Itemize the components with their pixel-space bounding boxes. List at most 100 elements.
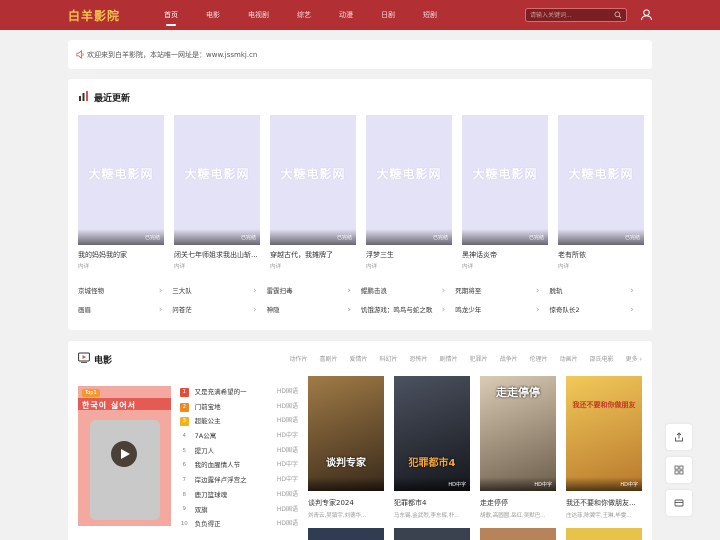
quick-link[interactable]: 惊奇队长2	[549, 301, 643, 320]
recent-cards: 大糖电影网 已完结 我的妈妈我的家 内详 大糖电影网 已完结 闭关七年师姐求我出山斩…	[78, 115, 644, 270]
quick-links: 京城怪物 三大队 雷霆扫毒 鲲鹏击浪 死期将至 脱轨 画眉 问苍茫 神隐 饥饿游…	[78, 282, 644, 320]
movie-title[interactable]: 我还不要和你做朋友...	[566, 498, 642, 508]
more-link[interactable]: 更多	[626, 354, 642, 363]
card-title[interactable]: 黑神话炎帝	[462, 250, 548, 260]
nav-anime[interactable]: 动漫	[325, 0, 367, 30]
ranking-item[interactable]: 3 超能公主 HD国语	[180, 414, 298, 429]
share-button[interactable]	[666, 424, 692, 450]
category-link[interactable]: 动画片	[560, 354, 578, 363]
poster-strip[interactable]	[394, 528, 470, 540]
card-title[interactable]: 老有所依	[558, 250, 644, 260]
poster[interactable]: 走走停停 HD中字	[480, 376, 556, 491]
rank-title[interactable]: 提刀人	[195, 444, 270, 459]
ranking-item[interactable]: 6 我的血腥情人节 HD中字	[180, 458, 298, 473]
category-link[interactable]: 邵氏电影	[590, 354, 614, 363]
rank-title[interactable]: 又是充满希望的一	[195, 385, 270, 400]
card-title[interactable]: 穿越古代，我摊牌了	[270, 250, 356, 260]
quick-link[interactable]: 京城怪物	[78, 282, 172, 301]
poster[interactable]: 大糖电影网 已完结	[174, 115, 260, 245]
quick-link[interactable]: 死期将至	[455, 282, 549, 301]
nav-short-drama[interactable]: 短剧	[409, 0, 451, 30]
quick-link[interactable]: 鸣龙少年	[455, 301, 549, 320]
category-link[interactable]: 伦理片	[530, 354, 548, 363]
quick-link[interactable]: 三大队	[172, 282, 266, 301]
quick-link[interactable]: 鲲鹏击浪	[361, 282, 455, 301]
rank-number: 4	[182, 432, 187, 439]
poster-strip[interactable]	[480, 528, 556, 540]
recent-card[interactable]: 大糖电影网 已完结 浮梦三生 内详	[366, 115, 452, 270]
rank-title[interactable]: 鹿刀篮球魂	[195, 488, 270, 503]
quick-link[interactable]: 饥饿游戏：鸣鸟与蛇之歌	[361, 301, 455, 320]
ranking-item[interactable]: 4 7A公寓 HD中字	[180, 429, 298, 444]
movie-card[interactable]: 走走停停 HD中字 走走停停 胡歌,高圆圆,岳红,吴默巴...	[480, 376, 556, 519]
poster[interactable]: 大糖电影网 已完结	[78, 115, 164, 245]
recent-card[interactable]: 大糖电影网 已完结 穿越古代，我摊牌了 内详	[270, 115, 356, 270]
poster-strip[interactable]	[566, 528, 642, 540]
poster[interactable]: 大糖电影网 已完结	[366, 115, 452, 245]
quick-link[interactable]: 神隐	[267, 301, 361, 320]
movie-card[interactable]: 我还不要和你做朋友 HD中字 我还不要和你做朋友... 庄达菲,陈翼宇,王琳,毕雯…	[566, 376, 642, 519]
movie-title[interactable]: 犯罪都市4	[394, 498, 470, 508]
category-link[interactable]: 犯罪片	[470, 354, 488, 363]
movie-cast: 刘青云,吴镇宇,刘德华,..	[308, 513, 367, 519]
movie-card[interactable]: 犯罪都市4 HD中字 犯罪都市4 马东锡,金武烈,李东辉,朴...	[394, 376, 470, 519]
quick-link[interactable]: 问苍茫	[172, 301, 266, 320]
site-logo[interactable]: 白羊影院	[68, 7, 120, 24]
ranking-item[interactable]: 9 双旗 HD国语	[180, 503, 298, 518]
poster[interactable]: 犯罪都市4 HD中字	[394, 376, 470, 491]
poster[interactable]: 大糖电影网 已完结	[558, 115, 644, 245]
poster[interactable]: 大糖电影网 已完结	[270, 115, 356, 245]
recent-card[interactable]: 大糖电影网 已完结 老有所依 内详	[558, 115, 644, 270]
rank-title[interactable]: 岸边露伴卢浮宫之	[195, 473, 270, 488]
rank-title[interactable]: 门前宝地	[195, 400, 270, 415]
card-subtitle: 内详	[78, 264, 90, 270]
category-link[interactable]: 科幻片	[380, 354, 398, 363]
poster[interactable]: 我还不要和你做朋友 HD中字	[566, 376, 642, 491]
category-link[interactable]: 爱情片	[350, 354, 368, 363]
user-icon[interactable]	[640, 8, 653, 21]
nav-japanese-drama[interactable]: 日剧	[367, 0, 409, 30]
search-input[interactable]	[530, 10, 610, 21]
poster[interactable]: 大糖电影网 已完结	[462, 115, 548, 245]
featured-movie[interactable]: 한국이 싫어서 Top1	[78, 386, 171, 526]
rank-title[interactable]: 7A公寓	[195, 429, 270, 444]
recent-card[interactable]: 大糖电影网 已完结 闭关七年师姐求我出山斩... 内详	[174, 115, 260, 270]
category-link[interactable]: 喜剧片	[320, 354, 338, 363]
nav-home[interactable]: 首页	[150, 0, 192, 30]
rank-title[interactable]: 我的血腥情人节	[195, 458, 270, 473]
ranking-item[interactable]: 10 负负得正 HD国语	[180, 517, 298, 532]
poster-strip[interactable]	[308, 528, 384, 540]
ranking-item[interactable]: 1 又是充满希望的一 HD国语	[180, 385, 298, 400]
chart-bars-icon	[79, 91, 88, 101]
movie-title[interactable]: 谈判专家2024	[308, 498, 384, 508]
nav-variety[interactable]: 综艺	[283, 0, 325, 30]
movie-card[interactable]: 谈判专家 谈判专家2024 刘青云,吴镇宇,刘德华,..	[308, 376, 384, 519]
category-link[interactable]: 战争片	[500, 354, 518, 363]
poster[interactable]: 谈判专家	[308, 376, 384, 491]
quick-link[interactable]: 画眉	[78, 301, 172, 320]
category-grid-button[interactable]	[666, 457, 692, 483]
play-button[interactable]	[111, 441, 137, 467]
movie-title[interactable]: 走走停停	[480, 498, 556, 508]
ranking-item[interactable]: 2 门前宝地 HD国语	[180, 400, 298, 415]
card-title[interactable]: 闭关七年师姐求我出山斩...	[174, 250, 260, 260]
card-title[interactable]: 我的妈妈我的家	[78, 250, 164, 260]
recent-card[interactable]: 大糖电影网 已完结 黑神话炎帝 内详	[462, 115, 548, 270]
ranking-item[interactable]: 7 岸边露伴卢浮宫之 HD中字	[180, 473, 298, 488]
category-link[interactable]: 动作片	[290, 354, 308, 363]
quick-link[interactable]: 脱轨	[549, 282, 643, 301]
history-button[interactable]	[666, 490, 692, 516]
ranking-item[interactable]: 5 提刀人 HD国语	[180, 444, 298, 459]
quick-link[interactable]: 雷霆扫毒	[267, 282, 361, 301]
search-icon[interactable]	[614, 11, 622, 19]
recent-card[interactable]: 大糖电影网 已完结 我的妈妈我的家 内详	[78, 115, 164, 270]
category-link[interactable]: 剧情片	[440, 354, 458, 363]
rank-title[interactable]: 负负得正	[195, 517, 270, 532]
category-link[interactable]: 恐怖片	[410, 354, 428, 363]
nav-movies[interactable]: 电影	[192, 0, 234, 30]
rank-title[interactable]: 双旗	[195, 503, 270, 518]
rank-title[interactable]: 超能公主	[195, 414, 270, 429]
nav-tv[interactable]: 电视剧	[234, 0, 283, 30]
card-title[interactable]: 浮梦三生	[366, 250, 452, 260]
ranking-item[interactable]: 8 鹿刀篮球魂 HD国语	[180, 488, 298, 503]
